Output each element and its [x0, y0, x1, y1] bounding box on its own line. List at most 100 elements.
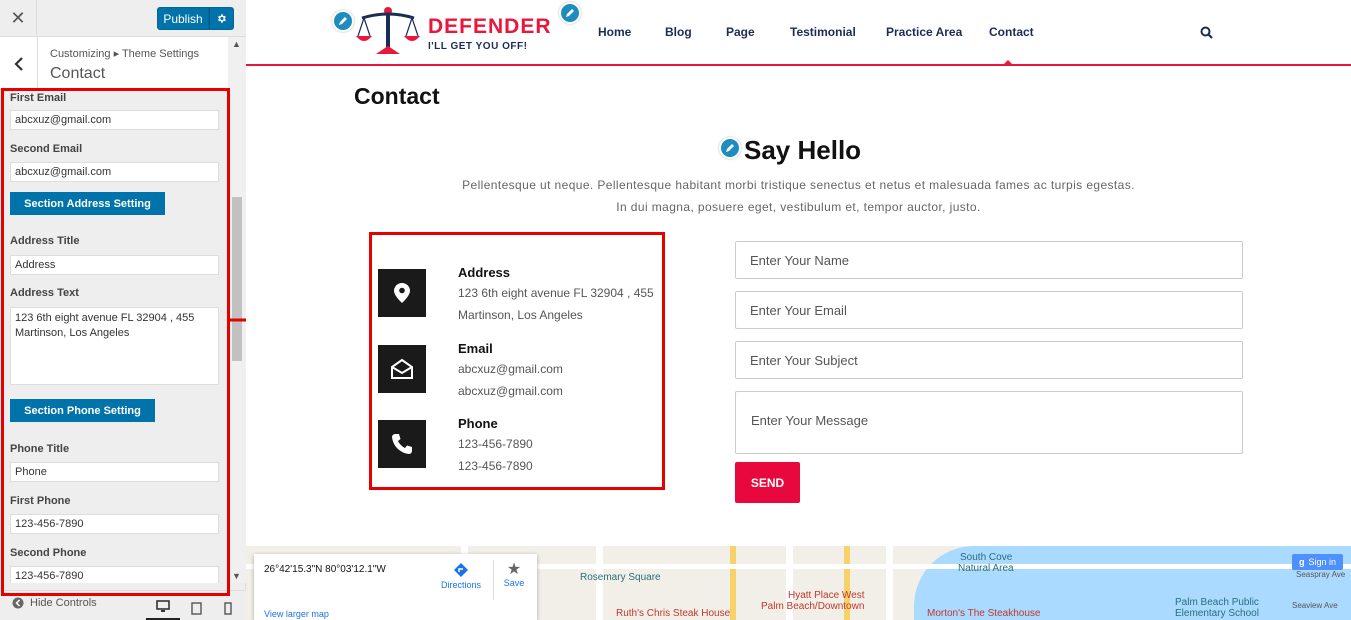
- nav-page[interactable]: Page: [726, 25, 755, 39]
- first-phone-field[interactable]: 123-456-7890: [10, 514, 219, 534]
- map-label: Seaspray Ave: [1296, 570, 1346, 579]
- map-label: Seaview Ave: [1292, 601, 1338, 610]
- nav-blog[interactable]: Blog: [665, 25, 692, 39]
- map-label: Rosemary Square: [580, 572, 661, 583]
- chevron-left-icon: [13, 56, 23, 71]
- collapse-icon: [12, 597, 24, 609]
- second-email-label: Second Email: [10, 143, 83, 155]
- map-sign-in-button[interactable]: g Sign in: [1292, 554, 1343, 570]
- send-button[interactable]: SEND: [735, 462, 800, 503]
- site-preview: DEFENDER I'LL GET YOU OFF! Home Blog Pag…: [246, 0, 1351, 620]
- map-label: Ruth's Chris Steak House: [616, 608, 731, 619]
- map-label: Hyatt Place West: [788, 590, 865, 601]
- section-address-setting-button[interactable]: Section Address Setting: [10, 192, 165, 215]
- map-label: Natural Area: [958, 563, 1014, 574]
- desktop-preview-button[interactable]: [146, 595, 180, 620]
- site-logo[interactable]: DEFENDER I'LL GET YOU OFF!: [354, 6, 551, 58]
- edit-logo-shortcut[interactable]: [332, 10, 354, 32]
- back-button[interactable]: [0, 37, 38, 90]
- phone-line-2: 123-456-7890: [458, 459, 533, 473]
- edit-heading-shortcut[interactable]: [719, 137, 741, 159]
- contact-intro-text: Pellentesque ut neque. Pellentesque habi…: [462, 178, 1135, 214]
- map-info-card: 26°42'15.3"N 80°03'12.1"W Directions ★ S…: [254, 554, 537, 620]
- gear-icon: [218, 14, 226, 23]
- map-label: Elementary School: [1175, 608, 1259, 619]
- map-label: Morton's The Steakhouse: [927, 608, 1041, 619]
- scroll-thumb[interactable]: [232, 197, 242, 361]
- address-title: Address: [458, 265, 511, 280]
- close-customizer-button[interactable]: ✕: [0, 0, 37, 37]
- first-email-label: First Email: [10, 92, 67, 104]
- pencil-icon: [566, 9, 574, 17]
- customizer-header: ✕ Publish: [0, 0, 246, 37]
- scroll-down-arrow[interactable]: ▼: [232, 571, 241, 581]
- first-phone-label: First Phone: [10, 495, 71, 507]
- address-line-1: 123 6th eight avenue FL 32904 , 455: [458, 286, 654, 300]
- directions-icon: [454, 563, 468, 577]
- nav-testimonial[interactable]: Testimonial: [790, 25, 856, 39]
- phone-title-label: Phone Title: [10, 443, 70, 455]
- address-title-field[interactable]: Address: [10, 255, 219, 275]
- edit-menu-shortcut[interactable]: [559, 2, 581, 24]
- nav-practice-area[interactable]: Practice Area: [886, 25, 962, 39]
- name-input[interactable]: Enter Your Name: [735, 241, 1243, 279]
- close-icon: ✕: [10, 8, 26, 28]
- map-coordinates: 26°42'15.3"N 80°03'12.1"W: [264, 564, 386, 575]
- save-place-button[interactable]: ★ Save: [499, 562, 529, 589]
- hide-controls-label: Hide Controls: [30, 597, 97, 609]
- mobile-icon: [224, 601, 232, 615]
- desktop-icon: [156, 600, 170, 612]
- second-email-field[interactable]: abcxuz@gmail.com: [10, 162, 219, 182]
- directions-label: Directions: [440, 580, 481, 590]
- email-input[interactable]: Enter Your Email: [735, 291, 1243, 329]
- sign-in-label: Sign in: [1308, 557, 1337, 567]
- email-icon-box: [378, 345, 426, 393]
- customizer-footer: Hide Controls: [0, 590, 246, 620]
- section-header: Customizing ▸ Theme Settings Contact: [0, 37, 228, 90]
- embedded-map[interactable]: Rosemary Square Ruth's Chris Steak House…: [246, 546, 1351, 620]
- first-email-field[interactable]: abcxuz@gmail.com: [10, 110, 219, 130]
- publish-settings-button[interactable]: [209, 7, 234, 30]
- map-label: South Cove: [960, 552, 1013, 563]
- site-header: DEFENDER I'LL GET YOU OFF! Home Blog Pag…: [246, 0, 1351, 66]
- scroll-up-arrow[interactable]: ▲: [232, 39, 241, 49]
- phone-icon: [392, 434, 412, 454]
- customizer-sidebar: ✕ Publish Customizing ▸ Theme Settings C…: [0, 0, 246, 620]
- search-icon[interactable]: [1200, 26, 1213, 44]
- google-icon: g: [1298, 557, 1305, 567]
- phone-title: Phone: [458, 416, 498, 431]
- address-title-label: Address Title: [10, 235, 80, 247]
- mobile-preview-button[interactable]: [211, 595, 245, 620]
- directions-button[interactable]: Directions: [437, 562, 485, 590]
- section-title: Contact: [50, 65, 106, 82]
- address-text-field[interactable]: 123 6th eight avenue FL 32904 , 455 Mart…: [10, 307, 219, 385]
- map-marker-icon: [394, 283, 410, 303]
- view-larger-map-link[interactable]: View larger map: [264, 609, 329, 619]
- scales-of-justice-icon: [356, 7, 420, 54]
- map-label: Palm Beach/Downtown: [761, 601, 865, 612]
- nav-contact[interactable]: Contact: [989, 25, 1034, 39]
- message-textarea[interactable]: Enter Your Message: [735, 391, 1243, 454]
- controls-panel: First Email abcxuz@gmail.com Second Emai…: [0, 90, 228, 583]
- second-phone-field[interactable]: 123-456-7890: [10, 566, 219, 583]
- phone-line-1: 123-456-7890: [458, 437, 533, 451]
- subject-input[interactable]: Enter Your Subject: [735, 341, 1243, 379]
- address-line-2: Martinson, Los Angeles: [458, 308, 583, 322]
- active-nav-indicator: [1003, 60, 1013, 65]
- page-title: Contact: [354, 83, 440, 109]
- publish-button[interactable]: Publish: [157, 7, 209, 30]
- pencil-icon: [726, 144, 734, 152]
- tablet-preview-button[interactable]: [179, 595, 213, 620]
- tablet-icon: [190, 601, 202, 615]
- address-text-label: Address Text: [10, 287, 79, 299]
- section-phone-setting-button[interactable]: Section Phone Setting: [10, 399, 155, 422]
- phone-title-field[interactable]: Phone: [10, 462, 219, 482]
- nav-home[interactable]: Home: [598, 25, 631, 39]
- pencil-icon: [339, 17, 347, 25]
- logo-title: DEFENDER: [428, 15, 552, 38]
- contact-heading: Say Hello: [744, 135, 862, 165]
- hide-controls-button[interactable]: Hide Controls: [12, 597, 97, 609]
- map-road-major: [730, 546, 736, 620]
- save-label: Save: [503, 578, 525, 588]
- address-icon-box: [378, 269, 426, 317]
